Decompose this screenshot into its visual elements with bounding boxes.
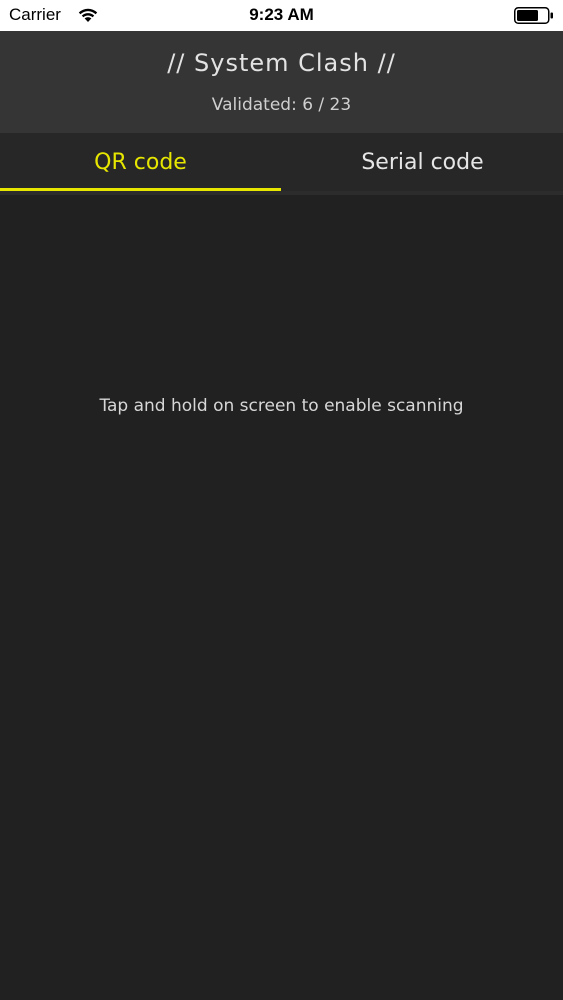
status-time: 9:23 AM (249, 5, 314, 24)
scan-hint: Tap and hold on screen to enable scannin… (99, 396, 464, 416)
active-tab-indicator (0, 188, 281, 191)
validated-count: Validated: 6 / 23 (211, 95, 352, 115)
tab-bar: QR code Serial code (0, 133, 563, 195)
event-title: // System Clash // (167, 49, 396, 77)
status-bar: Carrier 9:23 AM (0, 0, 563, 31)
tab-serial-code[interactable]: Serial code (282, 133, 563, 195)
app-screen: Carrier 9:23 AM // System Clash // Valid… (0, 0, 563, 1000)
scanner-area[interactable]: Tap and hold on screen to enable scannin… (0, 195, 563, 1000)
battery-icon (514, 7, 553, 24)
tab-qr-code[interactable]: QR code (0, 133, 281, 195)
app-header: // System Clash // Validated: 6 / 23 (0, 31, 563, 133)
